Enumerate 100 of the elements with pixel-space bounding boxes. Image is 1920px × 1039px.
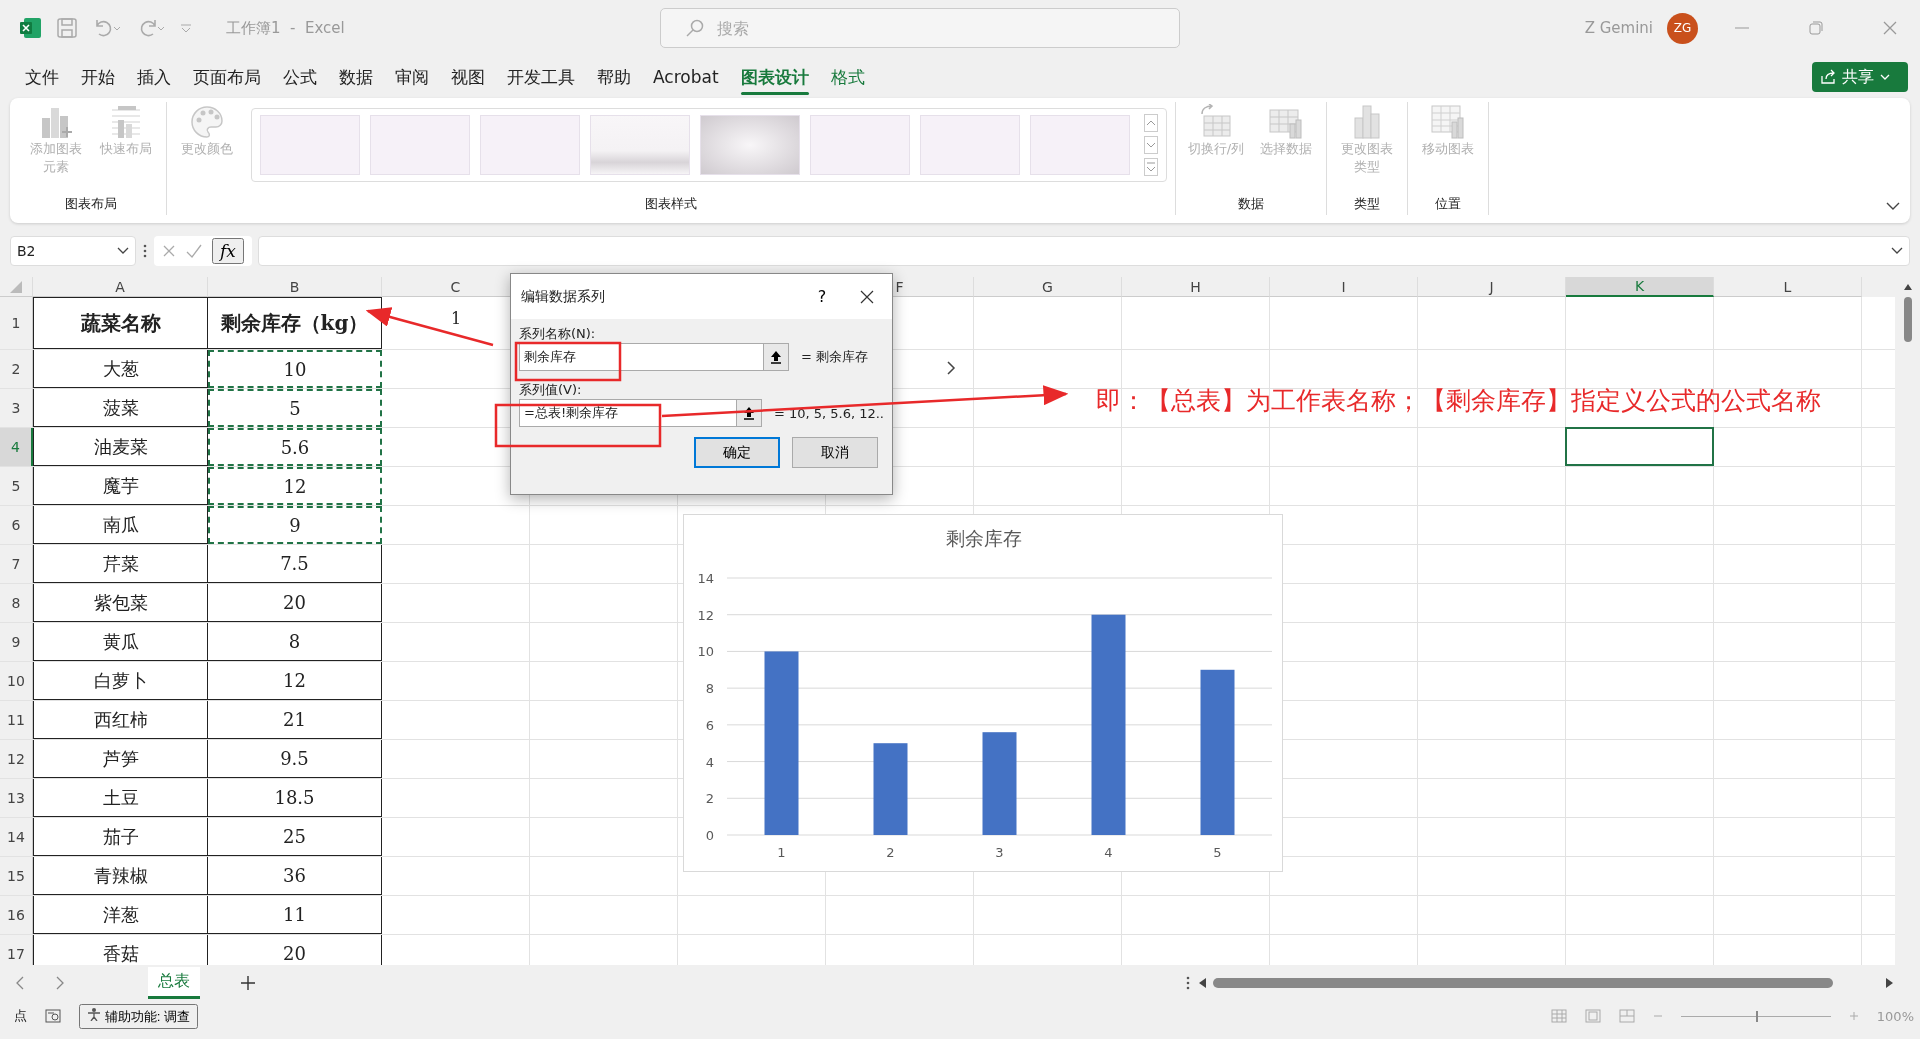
- input-field[interactable]: =总表!剩余库存: [519, 399, 737, 427]
- input-field[interactable]: 剩余库存: [519, 343, 764, 371]
- axis-label: 4: [1104, 845, 1113, 860]
- more-icon[interactable]: [1185, 974, 1191, 991]
- row-header[interactable]: 6: [0, 506, 33, 544]
- table-cell: 黄瓜: [33, 623, 208, 661]
- excel-logo-icon: [20, 17, 42, 39]
- style-thumbnail[interactable]: [590, 115, 690, 175]
- ribbon-tab[interactable]: Acrobat: [642, 61, 730, 93]
- ribbon-tab[interactable]: 页面布局: [182, 59, 272, 95]
- scroll-left-icon[interactable]: [1197, 976, 1207, 989]
- expand-icon[interactable]: [1891, 247, 1903, 255]
- next-sheet-icon[interactable]: [55, 975, 65, 990]
- more-icon[interactable]: [1144, 158, 1158, 176]
- share-button[interactable]: 共享: [1812, 62, 1908, 92]
- horizontal-scrollbar-thumb[interactable]: [1213, 977, 1833, 988]
- restore-icon[interactable]: [1808, 20, 1824, 36]
- cancel-icon[interactable]: [162, 244, 176, 258]
- ribbon-tab[interactable]: 视图: [440, 59, 496, 95]
- style-thumbnail[interactable]: [370, 115, 470, 175]
- ribbon-tab[interactable]: 文件: [14, 59, 70, 95]
- normal-view-icon[interactable]: [1550, 1009, 1567, 1023]
- row-header[interactable]: 1: [0, 297, 33, 349]
- scroll-right-icon[interactable]: [1885, 976, 1895, 989]
- insert-function-button[interactable]: fx: [212, 238, 244, 264]
- ribbon-tab[interactable]: 审阅: [384, 59, 440, 95]
- table-cell: 芹菜: [33, 545, 208, 583]
- ribbon-tab[interactable]: 公式: [272, 59, 328, 95]
- row-header[interactable]: 11: [0, 701, 33, 739]
- table-cell: 20: [208, 584, 382, 622]
- page-break-icon[interactable]: [1618, 1009, 1635, 1023]
- check-icon[interactable]: [186, 244, 202, 258]
- save-icon[interactable]: [56, 17, 78, 39]
- row-header[interactable]: 17: [0, 935, 33, 965]
- row-header[interactable]: 5: [0, 467, 33, 505]
- row-header[interactable]: 3: [0, 389, 33, 427]
- column-header[interactable]: K: [1566, 277, 1714, 297]
- collapse-ribbon-icon[interactable]: [1886, 201, 1900, 211]
- scrollbar-thumb[interactable]: [1903, 297, 1912, 342]
- table-cell: 21: [208, 701, 382, 739]
- zoom-in-icon[interactable]: [1848, 1011, 1859, 1021]
- style-thumbnail[interactable]: [920, 115, 1020, 175]
- more-icon[interactable]: [142, 243, 148, 259]
- accessibility-button[interactable]: 辅助功能: 调查: [79, 1003, 199, 1029]
- row-header[interactable]: 15: [0, 857, 33, 895]
- macro-record-icon[interactable]: [45, 1009, 61, 1023]
- add-sheet-icon[interactable]: [240, 974, 256, 991]
- sheet-tab[interactable]: 总表: [148, 966, 200, 999]
- ribbon-tab[interactable]: 开始: [70, 59, 126, 95]
- chart[interactable]: 剩余库存 0 2 4 6 8 10 12 14 1 2 3 4 5: [683, 514, 1283, 872]
- field-label: 系列名称(N):: [519, 325, 597, 343]
- style-thumbnail[interactable]: [1030, 115, 1130, 175]
- chart-title: 剩余库存: [946, 527, 1022, 549]
- ribbon-tab[interactable]: 插入: [126, 59, 182, 95]
- chevron-icon[interactable]: [946, 361, 956, 375]
- scroll-up-icon[interactable]: [1902, 283, 1913, 291]
- search-field[interactable]: 搜索: [660, 8, 1180, 48]
- row-header[interactable]: 14: [0, 818, 33, 856]
- ribbon-tab[interactable]: 开发工具: [496, 59, 586, 95]
- collapse-dialog-button[interactable]: [764, 343, 789, 371]
- row-header[interactable]: 10: [0, 662, 33, 700]
- page-layout-icon[interactable]: [1584, 1009, 1601, 1023]
- column-header[interactable]: I: [1270, 277, 1418, 297]
- formula-field[interactable]: [257, 236, 1910, 266]
- customize-icon[interactable]: [180, 22, 192, 34]
- close-icon[interactable]: [860, 289, 874, 304]
- caret-icon: [117, 247, 129, 255]
- user-avatar[interactable]: ZG: [1667, 12, 1698, 44]
- previous-sheet-icon[interactable]: [15, 975, 25, 990]
- style-thumbnail[interactable]: [700, 115, 800, 175]
- dialog-button[interactable]: 取消: [792, 437, 878, 468]
- axis-label: 0: [705, 828, 714, 843]
- column-header[interactable]: H: [1122, 277, 1270, 297]
- column-header[interactable]: G: [974, 277, 1122, 297]
- row-header[interactable]: 2: [0, 350, 33, 388]
- ribbon-tab[interactable]: 图表设计: [729, 59, 820, 95]
- slider-thumb[interactable]: [1755, 1010, 1758, 1022]
- ribbon-tab[interactable]: 格式: [819, 59, 876, 95]
- group-label: 位置: [1434, 195, 1462, 213]
- row-header[interactable]: 16: [0, 896, 33, 934]
- dialog-button[interactable]: 确定: [694, 437, 780, 468]
- scroll-down-icon[interactable]: [1144, 136, 1158, 154]
- row-header[interactable]: 8: [0, 584, 33, 622]
- style-thumbnail[interactable]: [810, 115, 910, 175]
- ribbon-tab[interactable]: 数据: [328, 59, 384, 95]
- style-thumbnail[interactable]: [480, 115, 580, 175]
- axis-label: 10: [697, 644, 714, 660]
- row-header[interactable]: 13: [0, 779, 33, 817]
- row-header[interactable]: 12: [0, 740, 33, 778]
- ribbon-tab[interactable]: 帮助: [586, 59, 642, 95]
- selected-cell[interactable]: [1565, 427, 1714, 466]
- select-all-icon[interactable]: [10, 280, 22, 293]
- upload-icon: [770, 350, 782, 364]
- table-cell: 8: [208, 623, 382, 661]
- style-thumbnail[interactable]: [260, 115, 360, 175]
- row-header[interactable]: 7: [0, 545, 33, 583]
- name-box[interactable]: B2: [10, 236, 136, 266]
- row-header[interactable]: 9: [0, 623, 33, 661]
- row-header[interactable]: 4: [0, 428, 33, 466]
- column-header[interactable]: L: [1714, 277, 1862, 297]
